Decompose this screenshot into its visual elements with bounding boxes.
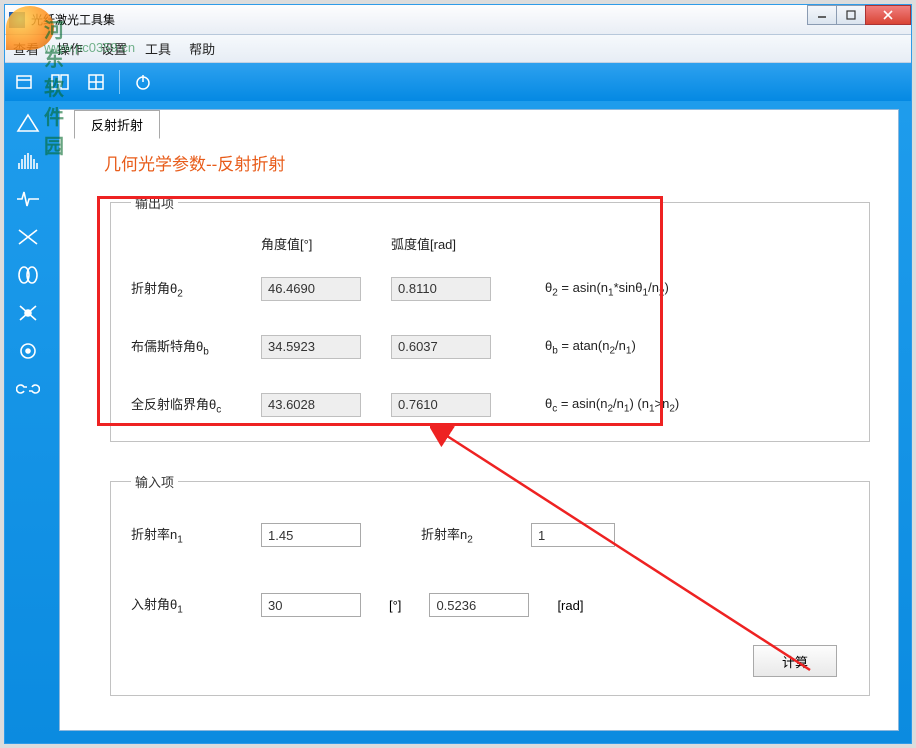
output-group: 输出项 角度值[°] 弧度值[rad] 折射角θ2 46.4690 0.8110 <box>110 193 870 442</box>
label-refraction-angle: 折射角θ2 <box>131 278 261 300</box>
side-target-icon[interactable] <box>14 339 42 363</box>
value-theta2-rad: 0.8110 <box>391 277 491 301</box>
col-header-radian: 弧度值[rad] <box>391 234 456 253</box>
titlebar: 光纤激光工具集 <box>5 5 911 35</box>
calculate-button[interactable]: 计算 <box>753 645 837 677</box>
toolbar-separator <box>119 70 120 94</box>
formula-theta2: θ2 = asin(n1*sinθ1/n2) <box>545 280 669 299</box>
value-thetac-rad: 0.7610 <box>391 393 491 417</box>
menu-help[interactable]: 帮助 <box>189 39 215 58</box>
side-pulse-icon[interactable] <box>14 187 42 211</box>
side-expand-icon[interactable] <box>14 301 42 325</box>
app-window: 光纤激光工具集 查看 操作 设置 工具 帮助 <box>4 4 912 744</box>
input-group: 输入项 折射率n1 折射率n2 入射角θ1 [°] <box>110 472 870 696</box>
output-legend: 输出项 <box>131 193 178 212</box>
side-prism-icon[interactable] <box>14 111 42 135</box>
value-thetac-deg: 43.6028 <box>261 393 361 417</box>
toolbar <box>5 63 911 101</box>
maximize-button[interactable] <box>836 5 866 25</box>
toolbar-btn-2[interactable] <box>47 69 73 95</box>
tabstrip: 反射折射 <box>74 109 160 138</box>
close-button[interactable] <box>865 5 911 25</box>
side-scatter-icon[interactable] <box>14 225 42 249</box>
label-theta1: 入射角θ1 <box>131 594 261 616</box>
input-theta1-rad[interactable] <box>429 593 529 617</box>
window-title: 光纤激光工具集 <box>31 11 115 28</box>
input-theta1-deg[interactable] <box>261 593 361 617</box>
input-n1[interactable] <box>261 523 361 547</box>
formula-thetac: θc = asin(n2/n1) (n1>n2) <box>545 396 679 415</box>
minimize-button[interactable] <box>807 5 837 25</box>
client-area: 反射折射 几何光学参数--反射折射 输出项 角度值[°] 弧度值[rad] <box>5 101 911 743</box>
label-n1: 折射率n1 <box>131 524 261 546</box>
highlight-box <box>97 196 663 426</box>
unit-radian: [rad] <box>557 598 583 613</box>
value-thetab-rad: 0.6037 <box>391 335 491 359</box>
content-panel: 反射折射 几何光学参数--反射折射 输出项 角度值[°] 弧度值[rad] <box>59 109 899 731</box>
input-legend: 输入项 <box>131 472 178 491</box>
label-brewster-angle: 布儒斯特角θb <box>131 336 261 358</box>
side-toolbar <box>5 101 51 743</box>
toolbar-btn-1[interactable] <box>11 69 37 95</box>
menu-view[interactable]: 查看 <box>13 39 39 58</box>
value-thetab-deg: 34.5923 <box>261 335 361 359</box>
menubar: 查看 操作 设置 工具 帮助 <box>5 35 911 63</box>
input-n2[interactable] <box>531 523 615 547</box>
workspace: 反射折射 几何光学参数--反射折射 输出项 角度值[°] 弧度值[rad] <box>51 101 911 743</box>
side-spectrum-icon[interactable] <box>14 149 42 173</box>
side-link-icon[interactable] <box>14 377 42 401</box>
menu-operate[interactable]: 操作 <box>57 39 83 58</box>
toolbar-btn-3[interactable] <box>83 69 109 95</box>
unit-degree: [°] <box>389 598 401 613</box>
toolbar-power-icon[interactable] <box>130 69 156 95</box>
app-icon <box>9 12 25 28</box>
label-critical-angle: 全反射临界角θc <box>131 394 261 416</box>
menu-tools[interactable]: 工具 <box>145 39 171 58</box>
side-lens-icon[interactable] <box>14 263 42 287</box>
label-n2: 折射率n2 <box>421 524 531 546</box>
formula-thetab: θb = atan(n2/n1) <box>545 338 636 357</box>
tab-reflection-refraction[interactable]: 反射折射 <box>74 110 160 139</box>
col-header-degree: 角度值[°] <box>261 234 391 253</box>
menu-settings[interactable]: 设置 <box>101 39 127 58</box>
page-title: 几何光学参数--反射折射 <box>104 150 872 175</box>
value-theta2-deg: 46.4690 <box>261 277 361 301</box>
